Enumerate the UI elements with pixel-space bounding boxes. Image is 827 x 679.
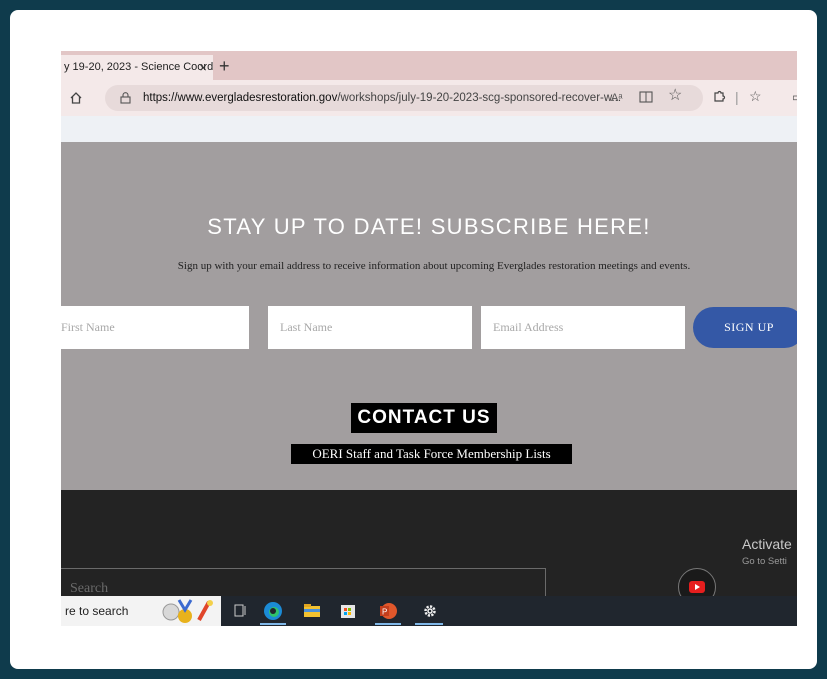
activate-windows-title: Activate: [742, 536, 792, 552]
powerpoint-active-indicator: [375, 623, 401, 625]
edge-active-indicator: [260, 623, 286, 625]
first-name-field[interactable]: First Name: [61, 306, 249, 349]
settings-gear-icon[interactable]: [419, 600, 441, 622]
address-bar-row: https://www.evergladesrestoration.gov/wo…: [61, 80, 797, 116]
outer-frame: y 19-20, 2023 - Science Coord × + https:…: [10, 10, 817, 669]
last-name-field[interactable]: Last Name: [268, 306, 472, 349]
new-tab-button[interactable]: +: [219, 55, 230, 77]
url-path: /workshops/july-19-20-2023-scg-sponsored…: [337, 92, 622, 104]
subscribe-description: Sign up with your email address to recei…: [177, 260, 691, 272]
email-field[interactable]: Email Address: [481, 306, 685, 349]
staff-membership-link[interactable]: OERI Staff and Task Force Membership Lis…: [291, 444, 572, 464]
favorite-star-icon[interactable]: ☆: [668, 88, 682, 104]
tab-bar: y 19-20, 2023 - Science Coord × +: [61, 51, 797, 80]
activate-windows-subtitle: Go to Setti: [742, 556, 787, 567]
file-explorer-icon[interactable]: [301, 600, 323, 622]
read-aloud-icon[interactable]: Aᵃ: [611, 91, 622, 105]
task-view-icon[interactable]: [229, 600, 251, 622]
home-icon[interactable]: [69, 91, 83, 107]
footer: Search Activate Go to Setti: [61, 490, 797, 608]
tab-title: y 19-20, 2023 - Science Coord: [64, 61, 213, 73]
extensions-icon[interactable]: [712, 90, 726, 106]
subscribe-title: STAY UP TO DATE! SUBSCRIBE HERE!: [207, 214, 651, 239]
edge-browser-icon[interactable]: [262, 600, 284, 622]
immersive-reader-icon[interactable]: [639, 91, 653, 106]
settings-active-indicator: [415, 623, 443, 625]
taskbar: re to search P: [61, 596, 797, 626]
sign-up-button[interactable]: SIGN UP: [693, 307, 797, 348]
tab-close-icon[interactable]: ×: [199, 55, 207, 80]
powerpoint-icon[interactable]: P: [377, 600, 399, 622]
lock-icon[interactable]: [120, 85, 131, 111]
svg-text:P: P: [382, 608, 387, 617]
collections-icon[interactable]: ▭: [792, 90, 797, 104]
subscribe-section: STAY UP TO DATE! SUBSCRIBE HERE! Sign up…: [61, 142, 797, 490]
divider: |: [735, 89, 739, 105]
url-host: https://www.evergladesrestoration.gov: [143, 92, 338, 104]
screenshot: y 19-20, 2023 - Science Coord × + https:…: [61, 51, 797, 626]
search-highlight-icon[interactable]: [161, 598, 217, 624]
store-icon[interactable]: [337, 600, 359, 622]
favorites-icon[interactable]: ☆: [749, 89, 762, 103]
page-top-strip: [61, 116, 797, 142]
contact-us-heading: CONTACT US: [351, 403, 497, 433]
browser-tab[interactable]: y 19-20, 2023 - Science Coord ×: [61, 55, 213, 80]
